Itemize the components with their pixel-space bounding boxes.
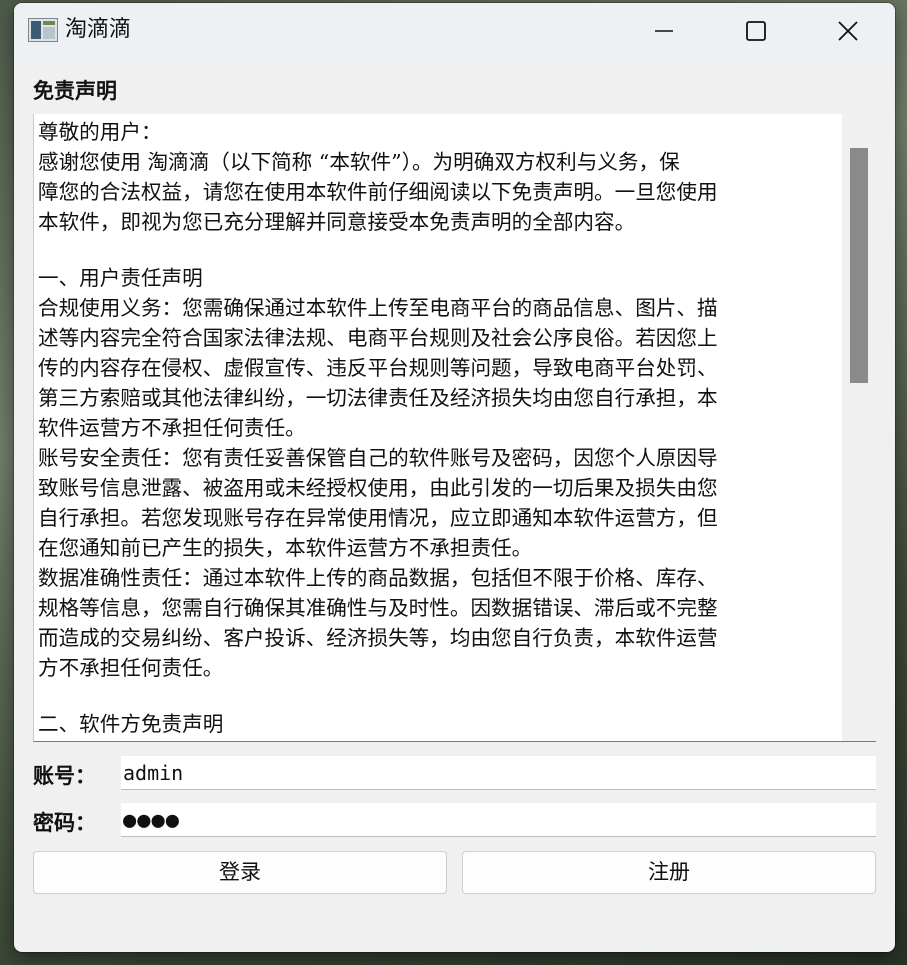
disclaimer-line: 一、用户责任声明 xyxy=(38,266,203,290)
register-button[interactable]: 注册 xyxy=(462,851,876,894)
disclaimer-textbox[interactable]: 尊敬的用户： 感谢您使用 淘滴滴（以下简称 “本软件”）。为明确双方权利与义务，保… xyxy=(33,114,876,742)
disclaimer-line: 第三方索赔或其他法律纠纷，一切法律责任及经济损失均由您自行承担，本 xyxy=(38,386,718,410)
disclaimer-line: 方不承担任何责任。 xyxy=(38,656,224,680)
window-title: 淘滴滴 xyxy=(65,17,132,42)
password-mask: ●●●● xyxy=(123,808,180,833)
title-bar[interactable]: 淘滴滴 xyxy=(14,3,895,58)
close-icon xyxy=(838,21,858,41)
disclaimer-line: 障您的合法权益，请您在使用本软件前仔细阅读以下免责声明。一旦您使用 xyxy=(38,180,718,204)
close-button[interactable] xyxy=(802,3,894,58)
disclaimer-line: 数据准确性责任：通过本软件上传的商品数据，包括但不限于价格、库存、 xyxy=(38,566,718,590)
disclaimer-line: 规格等信息，您需自行确保其准确性与及时性。因数据错误、滞后或不完整 xyxy=(38,596,718,620)
disclaimer-line xyxy=(38,683,830,709)
app-window: 淘滴滴 免责声明 尊敬的用户： 感谢您使用 淘滴滴（以下简称 “本软件”）。为明确… xyxy=(14,3,895,952)
account-input[interactable]: admin xyxy=(121,756,876,790)
disclaimer-line: 致账号信息泄露、被盗用或未经授权使用，由此引发的一切后果及损失由您 xyxy=(38,476,718,500)
disclaimer-line: 合规使用义务：您需确保通过本软件上传至电商平台的商品信息、图片、描 xyxy=(38,296,718,320)
minimize-icon xyxy=(655,30,673,32)
disclaimer-line: 软件运营方不承担任何责任。 xyxy=(38,416,306,440)
disclaimer-text: 尊敬的用户： 感谢您使用 淘滴滴（以下简称 “本软件”）。为明确双方权利与义务，保… xyxy=(38,117,830,739)
disclaimer-line: 尊敬的用户： xyxy=(38,120,162,144)
disclaimer-line: 感谢您使用 淘滴滴（以下简称 “本软件”）。为明确双方权利与义务，保 xyxy=(38,150,680,174)
disclaimer-line: 二、软件方免责声明 xyxy=(38,712,224,736)
scrollbar-thumb[interactable] xyxy=(850,148,868,383)
minimize-button[interactable] xyxy=(618,3,710,58)
account-label: 账号： xyxy=(33,763,96,788)
disclaimer-line: 在您通知前已产生的损失，本软件运营方不承担责任。 xyxy=(38,536,533,560)
password-label: 密码： xyxy=(33,810,96,835)
disclaimer-line: 自行承担。若您发现账号存在异常使用情况，应立即通知本软件运营方，但 xyxy=(38,506,718,530)
disclaimer-title: 免责声明 xyxy=(33,78,117,103)
disclaimer-line: 传的内容存在侵权、虚假宣传、违反平台规则等问题，导致电商平台处罚、 xyxy=(38,356,718,380)
disclaimer-line: 述等内容完全符合国家法律法规、电商平台规则及社会公序良俗。若因您上 xyxy=(38,326,718,350)
maximize-icon xyxy=(746,21,766,41)
app-icon xyxy=(28,18,58,42)
disclaimer-line: 而造成的交易纠纷、客户投诉、经济损失等，均由您自行负责，本软件运营 xyxy=(38,626,718,650)
password-input[interactable]: ●●●● xyxy=(121,803,876,837)
maximize-button[interactable] xyxy=(710,3,802,58)
disclaimer-line xyxy=(38,237,830,263)
disclaimer-line: 账号安全责任：您有责任妥善保管自己的软件账号及密码，因您个人原因导 xyxy=(38,446,718,470)
vertical-scrollbar[interactable] xyxy=(842,114,876,741)
login-button[interactable]: 登录 xyxy=(33,851,447,894)
disclaimer-line: 本软件，即视为您已充分理解并同意接受本免责声明的全部内容。 xyxy=(38,210,636,234)
